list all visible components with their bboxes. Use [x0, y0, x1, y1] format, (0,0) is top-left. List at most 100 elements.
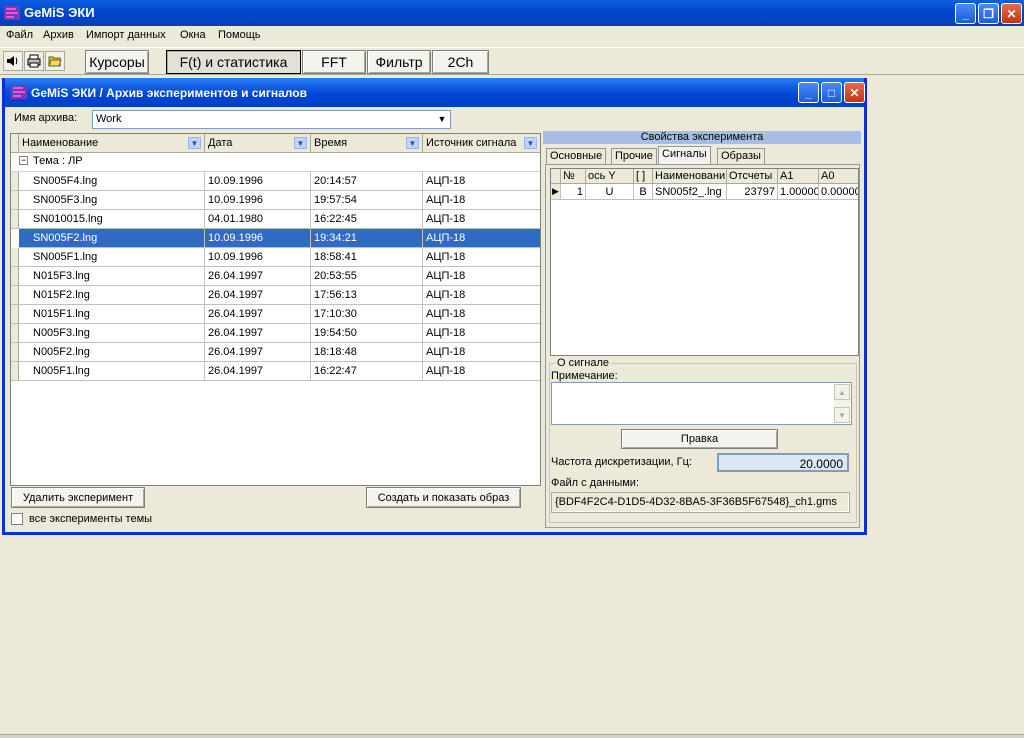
signal-a0[interactable]: 0.00000 — [819, 184, 858, 200]
filter-dropdown-icon[interactable]: ▼ — [188, 137, 201, 149]
cell-name[interactable]: N005F2.lng — [19, 343, 205, 362]
filter-dropdown-icon[interactable]: ▼ — [294, 137, 307, 149]
table-row[interactable]: SN010015.lng 04.01.1980 16:22:45 АЦП-18 — [11, 210, 540, 229]
cell-date[interactable]: 10.09.1996 — [205, 229, 311, 248]
cell-time[interactable]: 16:22:47 — [311, 362, 423, 381]
cell-name[interactable]: SN005F2.lng — [19, 229, 205, 248]
col-header-number[interactable]: № — [561, 169, 586, 184]
all-experiments-checkbox[interactable] — [11, 513, 23, 525]
cell-name[interactable]: SN005F3.lng — [19, 191, 205, 210]
cell-source[interactable]: АЦП-18 — [423, 191, 540, 210]
menu-import[interactable]: Импорт данных — [86, 29, 166, 41]
cell-source[interactable]: АЦП-18 — [423, 305, 540, 324]
signal-axis-y[interactable]: U — [586, 184, 634, 200]
cell-name[interactable]: SN010015.lng — [19, 210, 205, 229]
edit-button[interactable]: Правка — [621, 429, 778, 449]
cell-source[interactable]: АЦП-18 — [423, 324, 540, 343]
scroll-track[interactable] — [834, 400, 850, 407]
tab-signals[interactable]: Сигналы — [658, 146, 711, 165]
cell-name[interactable]: SN005F4.lng — [19, 172, 205, 191]
cell-source[interactable]: АЦП-18 — [423, 343, 540, 362]
cell-name[interactable]: N005F1.lng — [19, 362, 205, 381]
open-folder-icon[interactable] — [45, 51, 65, 71]
speaker-icon[interactable] — [3, 51, 23, 71]
scroll-up-icon[interactable]: ▲ — [834, 384, 850, 400]
child-maximize-button[interactable]: □ — [821, 82, 842, 103]
cell-time[interactable]: 17:56:13 — [311, 286, 423, 305]
col-header-axis-y[interactable]: ось Y — [586, 169, 634, 184]
menu-help[interactable]: Помощь — [218, 29, 261, 41]
cell-time[interactable]: 18:18:48 — [311, 343, 423, 362]
scroll-down-icon[interactable]: ▼ — [834, 407, 850, 423]
tab-images[interactable]: Образы — [717, 148, 765, 164]
cell-source[interactable]: АЦП-18 — [423, 286, 540, 305]
table-row[interactable]: N015F3.lng 26.04.1997 20:53:55 АЦП-18 — [11, 267, 540, 286]
filter-dropdown-icon[interactable]: ▼ — [406, 137, 419, 149]
cell-time[interactable]: 19:54:50 — [311, 324, 423, 343]
cell-time[interactable]: 17:10:30 — [311, 305, 423, 324]
cell-name[interactable]: N015F2.lng — [19, 286, 205, 305]
menu-windows[interactable]: Окна — [180, 29, 206, 41]
menu-file[interactable]: Файл — [6, 29, 33, 41]
col-header-samples[interactable]: Отсчеты — [727, 169, 778, 184]
signal-samples[interactable]: 23797 — [727, 184, 778, 200]
note-scrollbar[interactable]: ▲ ▼ — [834, 384, 850, 423]
group-row[interactable]: − Тема : ЛР — [11, 153, 540, 172]
col-header-source[interactable]: Источник сигнала ▼ — [423, 134, 540, 153]
col-header-a0[interactable]: A0 — [819, 169, 858, 184]
child-close-button[interactable]: ✕ — [844, 82, 865, 103]
cell-source[interactable]: АЦП-18 — [423, 210, 540, 229]
cell-name[interactable]: N015F3.lng — [19, 267, 205, 286]
cell-date[interactable]: 26.04.1997 — [205, 324, 311, 343]
signals-grid[interactable]: № ось Y [ ] Наименовани Отсчеты A1 A0 ▶ … — [550, 168, 859, 356]
table-row[interactable]: N015F1.lng 26.04.1997 17:10:30 АЦП-18 — [11, 305, 540, 324]
cell-date[interactable]: 26.04.1997 — [205, 286, 311, 305]
cell-source[interactable]: АЦП-18 — [423, 267, 540, 286]
table-row[interactable]: N005F3.lng 26.04.1997 19:54:50 АЦП-18 — [11, 324, 540, 343]
create-show-image-button[interactable]: Создать и показать образ — [366, 487, 521, 508]
frequency-field[interactable]: 20.0000 — [717, 453, 849, 472]
child-minimize-button[interactable]: _ — [798, 82, 819, 103]
collapse-icon[interactable]: − — [19, 156, 28, 165]
cell-source[interactable]: АЦП-18 — [423, 172, 540, 191]
fft-button[interactable]: FFT — [302, 50, 366, 74]
cell-time[interactable]: 18:58:41 — [311, 248, 423, 267]
cell-time[interactable]: 20:53:55 — [311, 267, 423, 286]
cell-name[interactable]: N005F3.lng — [19, 324, 205, 343]
col-header-a1[interactable]: A1 — [778, 169, 819, 184]
table-row[interactable]: ▶SN005F2.lng10.09.199619:34:21АЦП-18 — [11, 229, 540, 248]
tab-basic[interactable]: Основные — [546, 148, 607, 164]
table-row[interactable]: SN005F1.lng 10.09.1996 18:58:41 АЦП-18 — [11, 248, 540, 267]
col-header-signal-name[interactable]: Наименовани — [653, 169, 727, 184]
col-header-name[interactable]: Наименование ▼ — [19, 134, 205, 153]
cell-date[interactable]: 26.04.1997 — [205, 343, 311, 362]
print-icon[interactable] — [24, 51, 44, 71]
minimize-button[interactable]: _ — [955, 3, 976, 24]
cell-name[interactable]: SN005F1.lng — [19, 248, 205, 267]
ft-statistics-button[interactable]: F(t) и статистика — [166, 50, 301, 74]
cursors-button[interactable]: Курсоры — [85, 50, 149, 74]
cell-source[interactable]: АЦП-18 — [423, 229, 540, 248]
cell-date[interactable]: 10.09.1996 — [205, 248, 311, 267]
experiments-grid[interactable]: Наименование ▼ Дата ▼ Время ▼ Источник сигн… — [10, 133, 541, 486]
cell-date[interactable]: 10.09.1996 — [205, 172, 311, 191]
delete-experiment-button[interactable]: Удалить эксперимент — [11, 487, 145, 508]
restore-button[interactable]: ❐ — [978, 3, 999, 24]
cell-date[interactable]: 26.04.1997 — [205, 267, 311, 286]
table-row[interactable]: N005F1.lng 26.04.1997 16:22:47 АЦП-18 — [11, 362, 540, 381]
cell-date[interactable]: 26.04.1997 — [205, 362, 311, 381]
filter-button[interactable]: Фильтр — [367, 50, 431, 74]
cell-name[interactable]: N015F1.lng — [19, 305, 205, 324]
chevron-down-icon[interactable]: ▼ — [435, 112, 449, 126]
table-row[interactable]: SN005F3.lng 10.09.1996 19:57:54 АЦП-18 — [11, 191, 540, 210]
col-header-date[interactable]: Дата ▼ — [205, 134, 311, 153]
cell-date[interactable]: 10.09.1996 — [205, 191, 311, 210]
2ch-button[interactable]: 2Ch — [432, 50, 489, 74]
cell-time[interactable]: 20:14:57 — [311, 172, 423, 191]
signal-a1[interactable]: 1.00000 — [778, 184, 819, 200]
cell-date[interactable]: 04.01.1980 — [205, 210, 311, 229]
cell-source[interactable]: АЦП-18 — [423, 362, 540, 381]
cell-time[interactable]: 19:34:21 — [311, 229, 423, 248]
col-header-time[interactable]: Время ▼ — [311, 134, 423, 153]
table-row[interactable]: N005F2.lng 26.04.1997 18:18:48 АЦП-18 — [11, 343, 540, 362]
